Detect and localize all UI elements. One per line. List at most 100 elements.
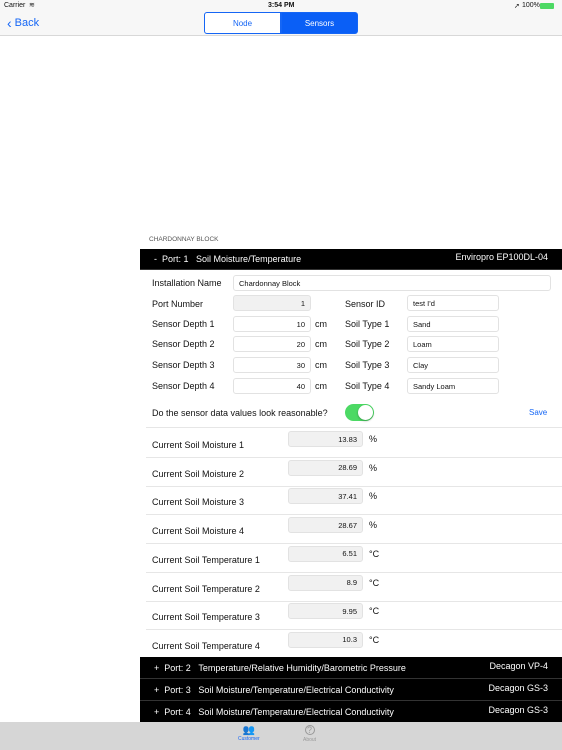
port-3-header[interactable]: + Port: 3 Soil Moisture/Temperature/Elec… bbox=[140, 679, 562, 701]
wifi-icon: ≋ bbox=[29, 2, 35, 9]
port-2-header[interactable]: + Port: 2 Temperature/Relative Humidity/… bbox=[140, 657, 562, 679]
segment-sensors[interactable]: Sensors bbox=[281, 12, 358, 34]
reading-unit: % bbox=[369, 491, 378, 502]
expand-icon: + bbox=[154, 684, 160, 695]
reading-unit: °C bbox=[369, 606, 380, 617]
reasonable-question: Do the sensor data values look reasonabl… bbox=[152, 408, 328, 418]
reading-unit: °C bbox=[369, 634, 380, 645]
expand-icon: + bbox=[154, 662, 160, 673]
section-title: CHARDONNAY BLOCK bbox=[149, 236, 219, 243]
port-model: Decagon GS-3 bbox=[488, 682, 548, 693]
port-type: Soil Moisture/Temperature bbox=[196, 254, 302, 264]
sensor-id-label: Sensor ID bbox=[345, 299, 386, 309]
sensor-depth-label: Sensor Depth 1 bbox=[152, 319, 215, 329]
depth-unit: cm bbox=[315, 319, 327, 329]
divider bbox=[146, 629, 562, 631]
divider bbox=[146, 457, 562, 458]
collapse-icon: - bbox=[154, 254, 157, 264]
tab-about[interactable]: ? About bbox=[303, 725, 316, 743]
back-label: Back bbox=[14, 17, 40, 29]
sensor-depth-label: Sensor Depth 3 bbox=[152, 360, 215, 370]
back-button[interactable]: ‹ Back bbox=[7, 15, 39, 31]
reading-value: 28.67 bbox=[288, 517, 363, 534]
soil-type-input[interactable]: Sandy Loam bbox=[407, 378, 499, 394]
carrier-label: Carrier bbox=[4, 2, 26, 9]
sensor-depth-input[interactable]: 40 bbox=[233, 378, 311, 394]
battery-label: 100% bbox=[522, 2, 540, 9]
reading-label: Current Soil Temperature 4 bbox=[152, 640, 260, 651]
port-number-label: Port Number bbox=[152, 299, 204, 309]
reading-label: Current Soil Moisture 4 bbox=[152, 526, 245, 537]
reading-value: 6.51 bbox=[288, 545, 363, 562]
reading-value: 10.3 bbox=[288, 631, 363, 648]
port-model: Decagon VP-4 bbox=[489, 660, 548, 671]
tab-customer[interactable]: 👥 Customer bbox=[238, 725, 260, 742]
soil-type-label: Soil Type 3 bbox=[345, 360, 390, 370]
chevron-left-icon: ‹ bbox=[7, 15, 12, 31]
toggle-knob bbox=[358, 405, 373, 420]
tab-bar bbox=[0, 722, 562, 750]
depth-unit: cm bbox=[315, 339, 327, 349]
divider bbox=[146, 427, 562, 428]
reading-value: 9.95 bbox=[288, 603, 363, 620]
soil-type-input[interactable]: Loam bbox=[407, 336, 499, 352]
reasonable-toggle[interactable] bbox=[345, 404, 374, 421]
reading-label: Current Soil Temperature 1 bbox=[152, 554, 260, 565]
depth-unit: cm bbox=[315, 381, 327, 391]
installation-name-input[interactable]: Chardonnay Block bbox=[233, 275, 551, 291]
reading-label: Current Soil Moisture 1 bbox=[152, 440, 245, 450]
divider bbox=[146, 514, 562, 516]
divider bbox=[146, 571, 562, 573]
battery-icon bbox=[540, 3, 554, 9]
reading-value: 8.9 bbox=[288, 574, 363, 591]
segment-node[interactable]: Node bbox=[204, 12, 281, 34]
soil-type-input[interactable]: Sand bbox=[407, 316, 499, 332]
port-number: Port: 2 bbox=[164, 662, 191, 673]
reading-unit: °C bbox=[369, 548, 380, 559]
port-type: Soil Moisture/Temperature/Electrical Con… bbox=[198, 684, 394, 695]
customer-icon: 👥 bbox=[242, 725, 256, 736]
reading-value: 37.41 bbox=[288, 488, 363, 505]
port-number: Port: 3 bbox=[164, 684, 191, 695]
port-type: Soil Moisture/Temperature/Electrical Con… bbox=[198, 706, 394, 717]
port-model: Enviropro EP100DL-04 bbox=[455, 252, 548, 262]
divider bbox=[146, 485, 562, 487]
status-bar: Carrier ≋ 3:54 PM ➚ 100% bbox=[0, 0, 562, 12]
sensor-depth-input[interactable]: 10 bbox=[233, 316, 311, 332]
sensor-depth-label: Sensor Depth 4 bbox=[152, 381, 215, 391]
question-icon: ? bbox=[304, 725, 315, 735]
port-number-input: 1 bbox=[233, 295, 311, 311]
save-button[interactable]: Save bbox=[529, 408, 547, 417]
reading-label: Current Soil Moisture 2 bbox=[152, 468, 245, 479]
port-number: Port: 4 bbox=[164, 706, 191, 717]
location-icon: ➚ bbox=[514, 3, 520, 10]
soil-type-label: Soil Type 4 bbox=[345, 381, 390, 391]
port-type: Temperature/Relative Humidity/Barometric… bbox=[198, 662, 406, 673]
reading-label: Current Soil Temperature 3 bbox=[152, 612, 260, 623]
depth-unit: cm bbox=[315, 360, 327, 370]
port-4-header[interactable]: + Port: 4 Soil Moisture/Temperature/Elec… bbox=[140, 701, 562, 723]
reading-unit: °C bbox=[369, 577, 380, 588]
installation-name-label: Installation Name bbox=[152, 278, 222, 288]
port-1-header[interactable]: - Port: 1 Soil Moisture/Temperature Envi… bbox=[140, 249, 562, 270]
reading-label: Current Soil Moisture 3 bbox=[152, 497, 245, 508]
tab-about-label: About bbox=[303, 737, 317, 743]
reading-unit: % bbox=[369, 434, 378, 444]
port-number: Port: 1 bbox=[162, 254, 189, 264]
reading-label: Current Soil Temperature 2 bbox=[152, 583, 260, 594]
clock: 3:54 PM bbox=[268, 2, 295, 9]
divider bbox=[146, 600, 562, 602]
soil-type-label: Soil Type 2 bbox=[345, 339, 390, 349]
reading-value: 28.69 bbox=[288, 459, 363, 476]
port-model: Decagon GS-3 bbox=[488, 704, 548, 715]
soil-type-input[interactable]: Clay bbox=[407, 357, 499, 373]
tab-customer-label: Customer bbox=[238, 736, 260, 742]
reading-unit: % bbox=[369, 520, 378, 531]
divider bbox=[146, 543, 562, 545]
sensor-id-input[interactable]: test I'd bbox=[407, 295, 499, 311]
reading-unit: % bbox=[369, 462, 378, 473]
sensor-depth-input[interactable]: 30 bbox=[233, 357, 311, 373]
reading-value: 13.83 bbox=[288, 431, 363, 447]
sensor-depth-input[interactable]: 20 bbox=[233, 336, 311, 352]
expand-icon: + bbox=[154, 706, 160, 717]
